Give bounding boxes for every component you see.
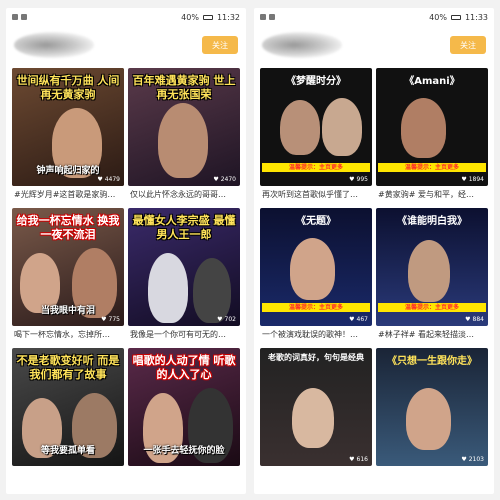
signal-icon [21,14,27,20]
heart-icon: ♥ [213,176,219,183]
video-thumbnail[interactable]: 唱歌的人动了情 听歌的人入了心 一张手去轻抚你的脸 [128,348,240,466]
video-thumbnail[interactable]: 《Amani》 温馨提示：主页更多 ♥ 1894 [376,68,488,186]
song-title: 《只想一生跟你走》 [387,356,477,367]
like-count: ♥ 616 [349,456,368,463]
video-description: 一个被演戏耽误的歌神！… [262,330,358,339]
status-icons [12,14,27,20]
status-bar: 40% 11:33 [254,8,494,26]
video-card[interactable]: 不是老歌变好听 而是我们都有了故事 等我要孤单看 [12,348,124,466]
video-description: 再次听到这首歌似乎懂了… [262,190,358,199]
left-phone-screen: 40% 11:32 关注 世间纵有千万曲 人间再无黄家驹 钟声响起归家的 ♥ 44… [6,8,246,494]
video-card[interactable]: 《无题》 温馨提示：主页更多 ♥ 467 一个被演戏耽误的歌神！… [260,208,372,344]
status-icons [260,14,275,20]
video-card[interactable]: 唱歌的人动了情 听歌的人入了心 一张手去轻抚你的脸 [128,348,240,466]
video-thumbnail[interactable]: 不是老歌变好听 而是我们都有了故事 等我要孤单看 [12,348,124,466]
like-count: ♥ 884 [465,316,484,323]
battery-icon [202,14,213,20]
status-right: 40% 11:33 [429,13,488,22]
heart-icon: ♥ [349,176,355,183]
battery-icon [450,14,461,20]
video-description: #光辉岁月#这首歌是家驹… [14,190,116,199]
video-subtitle: 当我眼中有泪 [40,306,95,316]
heart-icon: ♥ [461,456,467,463]
blurred-profile-name [262,32,342,58]
video-banner: 世间纵有千万曲 人间再无黄家驹 [16,74,120,101]
video-banner: 不是老歌变好听 而是我们都有了故事 [16,354,120,381]
video-thumbnail[interactable]: 百年难遇黄家驹 世上再无张国荣 ♥ 2470 [128,68,240,186]
song-title: 《Amani》 [404,76,460,87]
like-count: ♥ 4479 [97,176,120,183]
heart-icon: ♥ [217,316,223,323]
like-count: ♥ 467 [349,316,368,323]
right-phone-screen: 40% 11:33 关注 《梦醒时分》 温馨提示：主页更多 ♥ 995 再次听到这… [254,8,494,494]
video-banner: 百年难遇黄家驹 世上再无张国荣 [132,74,236,101]
caption-bar: 温馨提示：主页更多 [378,163,486,172]
video-card[interactable]: 老歌的词真好，句句是经典 ♥ 616 [260,348,372,466]
like-count: ♥ 2103 [461,456,484,463]
video-banner: 给我一杯忘情水 换我一夜不流泪 [16,214,120,241]
video-subtitle: 钟声响起归家的 [36,166,100,176]
video-banner: 唱歌的人动了情 听歌的人入了心 [132,354,236,381]
video-description: #林子祥# 看起来轻描淡… [378,330,474,339]
video-card[interactable]: 《只想一生跟你走》 ♥ 2103 [376,348,488,466]
video-thumbnail[interactable]: 世间纵有千万曲 人间再无黄家驹 钟声响起归家的 ♥ 4479 [12,68,124,186]
heart-icon: ♥ [461,176,467,183]
song-title: 老歌的词真好，句句是经典 [268,353,364,362]
like-count: ♥ 995 [349,176,368,183]
heart-icon: ♥ [349,316,355,323]
blurred-profile-name [14,32,94,58]
video-subtitle: 一张手去轻抚你的脸 [143,446,225,456]
heart-icon: ♥ [97,176,103,183]
status-bar: 40% 11:32 [6,8,246,26]
video-card[interactable]: 《谁能明白我》 温馨提示：主页更多 ♥ 884 #林子祥# 看起来轻描淡… [376,208,488,344]
video-card[interactable]: 最懂女人李宗盛 最懂男人王一郎 ♥ 702 我像是一个你可有可无的… [128,208,240,344]
heart-icon: ♥ [349,456,355,463]
song-title: 《无题》 [296,216,336,227]
like-count: ♥ 1894 [461,176,484,183]
video-banner: 最懂女人李宗盛 最懂男人王一郎 [132,214,236,241]
video-thumbnail[interactable]: 最懂女人李宗盛 最懂男人王一郎 ♥ 702 [128,208,240,326]
like-count: ♥ 775 [101,316,120,323]
screenshot-collage: 40% 11:32 关注 世间纵有千万曲 人间再无黄家驹 钟声响起归家的 ♥ 44… [0,0,500,500]
video-thumbnail[interactable]: 《梦醒时分》 温馨提示：主页更多 ♥ 995 [260,68,372,186]
video-description: 喝下一杯忘情水，忘掉所… [14,330,110,339]
like-count: ♥ 702 [217,316,236,323]
follow-button[interactable]: 关注 [202,36,238,54]
status-right: 40% 11:32 [181,13,240,22]
video-thumbnail[interactable]: 给我一杯忘情水 换我一夜不流泪 当我眼中有泪 ♥ 775 [12,208,124,326]
caption-bar: 温馨提示：主页更多 [262,303,370,312]
like-count: ♥ 2470 [213,176,236,183]
profile-header: 关注 [254,26,494,64]
video-card[interactable]: 给我一杯忘情水 换我一夜不流泪 当我眼中有泪 ♥ 775 喝下一杯忘情水，忘掉所… [12,208,124,344]
clock: 11:32 [216,12,240,22]
video-card[interactable]: 百年难遇黄家驹 世上再无张国荣 ♥ 2470 仅以此片怀念永远的哥哥… [128,68,240,204]
heart-icon: ♥ [101,316,107,323]
video-thumbnail[interactable]: 《无题》 温馨提示：主页更多 ♥ 467 [260,208,372,326]
song-title: 《梦醒时分》 [286,76,346,87]
notification-icon [12,14,18,20]
video-description: #黄家驹# 爱与和平，经… [378,190,474,199]
video-card[interactable]: 世间纵有千万曲 人间再无黄家驹 钟声响起归家的 ♥ 4479 #光辉岁月#这首歌是… [12,68,124,204]
video-description: 仅以此片怀念永远的哥哥… [130,190,226,199]
video-thumbnail[interactable]: 《谁能明白我》 温馨提示：主页更多 ♥ 884 [376,208,488,326]
caption-bar: 温馨提示：主页更多 [378,303,486,312]
video-subtitle: 等我要孤单看 [40,446,95,456]
follow-button[interactable]: 关注 [450,36,486,54]
battery-percent: 40% [181,12,199,22]
song-title: 《谁能明白我》 [397,216,467,227]
video-card[interactable]: 《Amani》 温馨提示：主页更多 ♥ 1894 #黄家驹# 爱与和平，经… [376,68,488,204]
notification-icon [260,14,266,20]
video-card[interactable]: 《梦醒时分》 温馨提示：主页更多 ♥ 995 再次听到这首歌似乎懂了… [260,68,372,204]
heart-icon: ♥ [465,316,471,323]
profile-header: 关注 [6,26,246,64]
clock: 11:33 [464,12,488,22]
battery-percent: 40% [429,12,447,22]
video-thumbnail[interactable]: 《只想一生跟你走》 ♥ 2103 [376,348,488,466]
caption-bar: 温馨提示：主页更多 [262,163,370,172]
signal-icon [269,14,275,20]
video-grid: 世间纵有千万曲 人间再无黄家驹 钟声响起归家的 ♥ 4479 #光辉岁月#这首歌是… [6,64,246,470]
video-description: 我像是一个你可有可无的… [130,330,226,339]
video-thumbnail[interactable]: 老歌的词真好，句句是经典 ♥ 616 [260,348,372,466]
video-grid: 《梦醒时分》 温馨提示：主页更多 ♥ 995 再次听到这首歌似乎懂了… 《Aman… [254,64,494,470]
